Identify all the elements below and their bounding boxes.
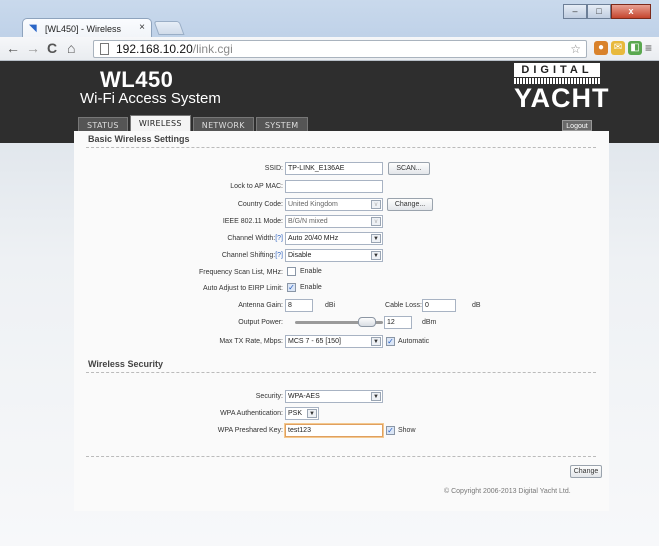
home-icon[interactable]: ⌂	[67, 41, 75, 56]
tx-rate-auto-checkbox[interactable]: ✓	[386, 337, 395, 346]
output-power-input[interactable]: 12	[384, 316, 412, 329]
divider	[86, 456, 596, 457]
chevron-down-icon: ▼	[307, 409, 317, 418]
browser-toolbar: ← → C ⌂ 192.168.10.20/link.cgi ☆ ● ✉ ◧ ≡	[0, 37, 659, 61]
chevron-down-icon: ▼	[371, 337, 381, 346]
mode-label: IEEE 802.11 Mode:	[222, 218, 283, 225]
reload-icon[interactable]: C	[47, 41, 57, 56]
chevron-down-icon: v	[371, 217, 381, 226]
settings-panel: Basic Wireless Settings SSID: TP-LINK_E1…	[74, 131, 609, 511]
eirp-enable-label: Enable	[300, 284, 322, 291]
cable-loss-input[interactable]: 0	[422, 299, 456, 312]
forward-icon[interactable]: →	[26, 41, 40, 56]
cable-loss-label: Cable Loss:	[385, 302, 422, 309]
page-viewport: WL450 Wi-Fi Access System DIGITAL YACHT …	[0, 61, 659, 546]
chevron-down-icon: ▼	[371, 392, 381, 401]
country-select[interactable]: United Kingdom v	[285, 198, 383, 211]
change-button[interactable]: Change	[570, 465, 602, 478]
lock-ap-label: Lock to AP MAC:	[230, 183, 283, 190]
security-label: Security:	[255, 393, 283, 400]
url-path: /link.cgi	[192, 42, 233, 56]
window-controls: – □ x	[563, 4, 651, 19]
url-host: 192.168.10.20	[116, 42, 193, 56]
show-key-label: Show	[398, 427, 416, 434]
logout-button[interactable]: Logout	[562, 120, 592, 131]
security-section-title: Wireless Security	[88, 359, 163, 369]
address-bar[interactable]: 192.168.10.20/link.cgi ☆	[93, 40, 587, 58]
tx-rate-auto-label: Automatic	[398, 338, 430, 345]
lock-ap-input[interactable]	[285, 180, 383, 193]
help-link[interactable]: [?]	[275, 235, 283, 242]
browser-tab-title: [WL450] - Wireless	[45, 24, 122, 34]
channel-shifting-select[interactable]: Disable ▼	[285, 249, 383, 262]
close-window-button[interactable]: x	[611, 4, 651, 19]
channel-shifting-value: Disable	[288, 252, 312, 259]
scan-button[interactable]: SCAN...	[388, 162, 430, 175]
extension-icon[interactable]: ✉	[611, 41, 625, 55]
tab-strip: ◥ [WL450] - Wireless × – □ x	[0, 0, 659, 38]
divider	[86, 147, 596, 148]
channel-shifting-label: Channel Shifting:[?]	[221, 252, 283, 259]
extension-icon[interactable]: ◧	[628, 41, 642, 55]
cable-loss-unit: dB	[472, 302, 481, 309]
tx-rate-select[interactable]: MCS 7 - 65 [150] ▼	[285, 335, 383, 348]
wpa-key-label: WPA Preshared Key:	[217, 427, 283, 434]
output-power-label: Output Power:	[238, 319, 283, 326]
copyright-footer: © Copyright 2006-2013 Digital Yacht Ltd.	[444, 488, 571, 495]
wpa-auth-label: WPA Authentication:	[220, 410, 283, 417]
product-subtitle: Wi-Fi Access System	[80, 90, 221, 107]
country-label: Country Code:	[237, 201, 283, 208]
wpa-auth-select[interactable]: PSK ▼	[285, 407, 319, 420]
basic-section-title: Basic Wireless Settings	[88, 134, 190, 144]
tx-rate-label: Max TX Rate, Mbps:	[219, 338, 283, 345]
new-tab-button[interactable]	[153, 21, 185, 35]
help-link[interactable]: [?]	[275, 252, 283, 259]
eirp-checkbox[interactable]: ✓	[287, 283, 296, 292]
back-icon[interactable]: ←	[6, 41, 20, 56]
antenna-gain-input[interactable]: 8	[285, 299, 313, 312]
ssid-label: SSID:	[264, 165, 283, 172]
scan-list-checkbox[interactable]	[287, 267, 296, 276]
page-icon	[100, 43, 109, 55]
logo-text-bottom: YACHT	[514, 83, 610, 113]
wpa-key-input[interactable]: test123	[285, 424, 383, 437]
chevron-down-icon: v	[371, 200, 381, 209]
extension-icon[interactable]: ●	[594, 41, 608, 55]
wifi-favicon-icon: ◥	[29, 23, 37, 34]
channel-width-value: Auto 20/40 MHz	[288, 235, 339, 242]
channel-width-label: Channel Width:[?]	[227, 235, 283, 242]
scan-list-enable-label: Enable	[300, 268, 322, 275]
chevron-down-icon: ▼	[371, 234, 381, 243]
ssid-input[interactable]: TP-LINK_E136AE	[285, 162, 383, 175]
divider	[86, 372, 596, 373]
bookmark-star-icon[interactable]: ☆	[570, 41, 581, 57]
mode-value: B/G/N mixed	[288, 218, 328, 225]
country-value: United Kingdom	[288, 201, 338, 208]
eirp-label: Auto Adjust to EIRP Limit:	[202, 285, 283, 292]
security-select[interactable]: WPA-AES ▼	[285, 390, 383, 403]
scan-list-label: Frequency Scan List, MHz:	[198, 269, 283, 276]
output-power-slider-handle[interactable]	[358, 317, 376, 327]
digital-yacht-logo: DIGITAL YACHT	[514, 63, 610, 115]
change-country-button[interactable]: Change...	[387, 198, 433, 211]
browser-window: ◥ [WL450] - Wireless × – □ x ← → C ⌂ 192…	[0, 0, 659, 546]
tx-rate-value: MCS 7 - 65 [150]	[288, 338, 341, 345]
antenna-gain-label: Antenna Gain:	[238, 302, 283, 309]
show-key-checkbox[interactable]: ✓	[386, 426, 395, 435]
maximize-button[interactable]: □	[587, 4, 611, 19]
mode-select[interactable]: B/G/N mixed v	[285, 215, 383, 228]
minimize-button[interactable]: –	[563, 4, 587, 19]
browser-tab[interactable]: ◥ [WL450] - Wireless ×	[22, 18, 152, 38]
channel-width-select[interactable]: Auto 20/40 MHz ▼	[285, 232, 383, 245]
antenna-gain-unit: dBi	[325, 302, 336, 309]
menu-icon[interactable]: ≡	[645, 41, 652, 56]
security-value: WPA-AES	[288, 393, 320, 400]
output-power-unit: dBm	[422, 319, 437, 326]
tab-close-icon[interactable]: ×	[139, 22, 145, 33]
wpa-auth-value: PSK	[288, 410, 303, 417]
logo-text-top: DIGITAL	[514, 63, 600, 77]
chevron-down-icon: ▼	[371, 251, 381, 260]
